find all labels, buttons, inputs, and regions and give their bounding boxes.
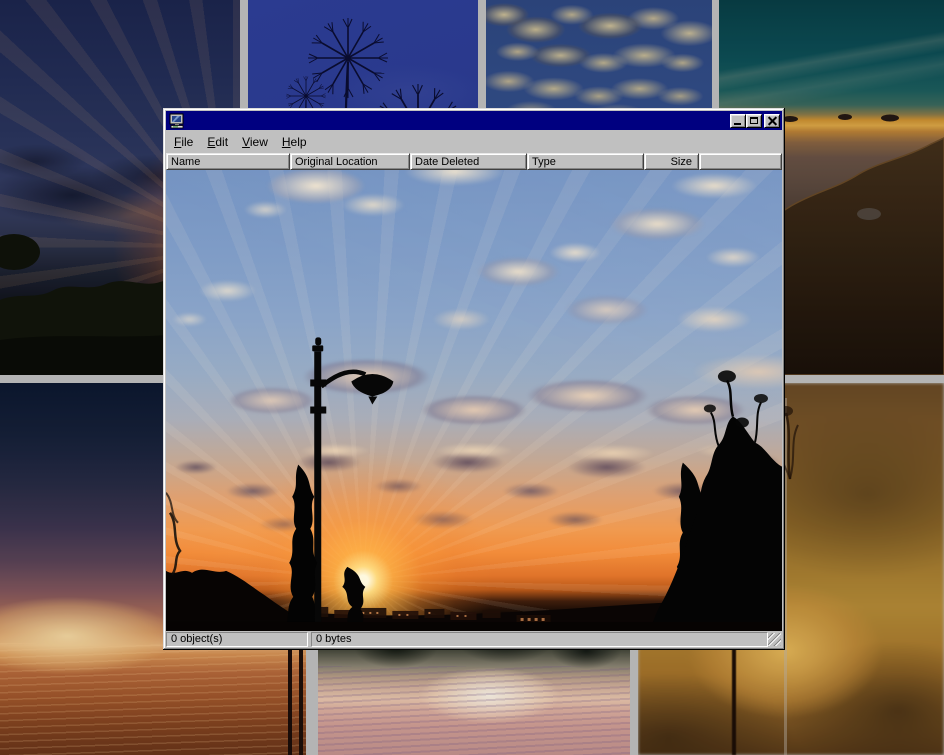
- minimize-button[interactable]: [730, 114, 746, 128]
- minimize-icon: [734, 123, 741, 125]
- column-header-name[interactable]: Name: [166, 153, 290, 170]
- column-header-original-location[interactable]: Original Location: [290, 153, 410, 170]
- column-header-type[interactable]: Type: [527, 153, 644, 170]
- ripples-layer: [318, 666, 630, 755]
- window-controls: [730, 114, 780, 128]
- resize-grip[interactable]: [768, 633, 781, 646]
- column-header-blank[interactable]: [699, 153, 782, 170]
- status-object-count: 0 object(s): [166, 632, 308, 647]
- sea-streaks-layer: [0, 643, 306, 755]
- maximize-icon: [750, 117, 758, 124]
- menu-edit[interactable]: Edit: [200, 133, 235, 151]
- recycle-bin-window: File Edit View Help Name Original Locati…: [163, 108, 785, 650]
- menu-help[interactable]: Help: [275, 133, 314, 151]
- close-icon: [768, 117, 777, 125]
- column-header-size[interactable]: Size: [644, 153, 699, 170]
- column-headers: Name Original Location Date Deleted Type…: [166, 153, 782, 170]
- column-header-date-deleted[interactable]: Date Deleted: [410, 153, 527, 170]
- menu-file[interactable]: File: [167, 133, 200, 151]
- status-size: 0 bytes: [311, 632, 768, 647]
- file-list-area[interactable]: [166, 170, 782, 631]
- close-button[interactable]: [764, 114, 780, 128]
- menu-bar: File Edit View Help: [166, 131, 782, 152]
- menu-view[interactable]: View: [235, 133, 275, 151]
- my-computer-icon[interactable]: [169, 113, 185, 129]
- status-bar: 0 object(s) 0 bytes: [166, 631, 782, 647]
- silhouettes-layer: [166, 170, 782, 631]
- maximize-button[interactable]: [746, 114, 762, 128]
- photo-sunset-lamp-post: [166, 170, 782, 631]
- window-titlebar[interactable]: [166, 111, 782, 130]
